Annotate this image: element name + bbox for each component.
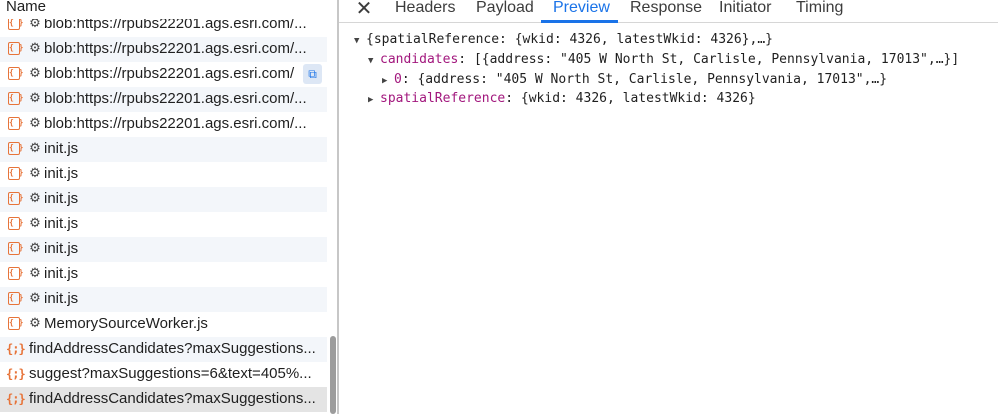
request-row[interactable]: { } ⚙ blob:https://rpubs22201.ags.esri.com… (0, 112, 327, 137)
json-key-candidates: candidates (380, 52, 459, 67)
json-colon: : (458, 52, 474, 67)
collapsed-triangle-icon[interactable]: ▶ (382, 71, 394, 91)
script-resource-icon: { } (8, 217, 23, 230)
script-resource-icon: { } (8, 292, 23, 305)
request-name: init.js (44, 240, 79, 257)
expanded-triangle-icon[interactable]: ▼ (354, 31, 366, 51)
request-name: MemorySourceWorker.js (44, 315, 208, 332)
request-name: blob:https://rpubs22201.ags.esri.com/... (44, 115, 307, 132)
expanded-triangle-icon[interactable]: ▼ (368, 51, 380, 71)
json-colon: : (505, 91, 521, 106)
request-name: init.js (44, 265, 79, 282)
request-row[interactable]: { } ⚙ MemorySourceWorker.js (0, 312, 327, 337)
script-resource-icon: { } (8, 317, 23, 330)
request-list-pane: { } ⚙ blob:https://rpubs22201.ags.esri.com… (0, 0, 331, 414)
request-row[interactable]: { } ⚙ blob:https://rpubs22201.ags.esri.com… (0, 87, 327, 112)
request-name: blob:https://rpubs22201.ags.esri.com/... (44, 40, 307, 57)
service-worker-gear-icon: ⚙ (29, 291, 41, 306)
details-tab-bar: ✕ Headers Payload Preview Response Initi… (339, 0, 998, 23)
request-name: blob:https://rpubs22201.ags.esri.com/ (44, 65, 295, 82)
request-row[interactable]: { } ⚙ init.js (0, 212, 327, 237)
tab-payload[interactable]: Payload (476, 0, 534, 22)
service-worker-gear-icon: ⚙ (29, 191, 41, 206)
service-worker-gear-icon: ⚙ (29, 116, 41, 131)
service-worker-gear-icon: ⚙ (29, 166, 41, 181)
service-worker-gear-icon: ⚙ (29, 241, 41, 256)
json-resource-icon: {;} (6, 392, 26, 406)
request-name: init.js (44, 290, 79, 307)
request-row[interactable]: { } ⚙ blob:https://rpubs22201.ags.esri.com… (0, 37, 327, 62)
request-name: blob:https://rpubs22201.ags.esri.com/... (44, 90, 307, 107)
request-name: init.js (44, 165, 79, 182)
script-resource-icon: { } (8, 267, 23, 280)
close-icon[interactable]: ✕ (354, 0, 374, 19)
request-name: findAddressCandidates?maxSuggestions... (29, 390, 316, 407)
scrollbar-thumb[interactable] (330, 336, 336, 414)
service-worker-gear-icon: ⚙ (29, 266, 41, 281)
service-worker-gear-icon: ⚙ (29, 216, 41, 231)
json-candidates-node[interactable]: ▼ candidates: [{address: "405 W North St,… (368, 50, 959, 70)
request-list: { } ⚙ blob:https://rpubs22201.ags.esri.com… (0, 12, 327, 412)
json-candidate-item-node[interactable]: ▶ 0: {address: "405 W North St, Carlisle,… (382, 70, 887, 90)
json-resource-icon: {;} (6, 342, 26, 356)
name-column-header[interactable]: Name (0, 0, 331, 19)
service-worker-gear-icon: ⚙ (29, 66, 41, 81)
copy-url-icon[interactable]: ⧉ (303, 64, 322, 84)
details-pane: ✕ Headers Payload Preview Response Initi… (339, 0, 998, 414)
active-tab-indicator (541, 20, 618, 23)
request-name: suggest?maxSuggestions=6&text=405%... (29, 365, 312, 382)
json-spatial-reference-summary: {wkid: 4326, latestWkid: 4326} (520, 91, 756, 106)
json-key-spatial-reference: spatialReference (380, 91, 506, 106)
service-worker-gear-icon: ⚙ (29, 91, 41, 106)
tab-timing[interactable]: Timing (796, 0, 843, 22)
json-candidate-item-summary: {address: "405 W North St, Carlisle, Pen… (417, 72, 888, 87)
tab-preview[interactable]: Preview (553, 0, 610, 22)
script-resource-icon: { } (8, 192, 23, 205)
service-worker-gear-icon: ⚙ (29, 41, 41, 56)
request-row[interactable]: { } ⚙ init.js (0, 187, 327, 212)
tab-headers[interactable]: Headers (395, 0, 455, 22)
request-row[interactable]: { } ⚙ init.js (0, 162, 327, 187)
request-name: init.js (44, 140, 79, 157)
script-resource-icon: { } (8, 167, 23, 180)
json-colon: : (401, 72, 418, 87)
request-row[interactable]: {;} findAddressCandidates?maxSuggestions.… (0, 337, 327, 362)
request-row[interactable]: { } ⚙ blob:https://rpubs22201.ags.esri.com… (0, 62, 327, 87)
request-row[interactable]: { } ⚙ init.js (0, 262, 327, 287)
request-name: findAddressCandidates?maxSuggestions... (29, 340, 316, 357)
service-worker-gear-icon: ⚙ (29, 141, 41, 156)
request-name: init.js (44, 215, 79, 232)
script-resource-icon: { } (8, 117, 23, 130)
json-spatial-reference-node[interactable]: ▶ spatialReference: {wkid: 4326, latestWk… (368, 89, 756, 109)
request-row[interactable]: { } ⚙ init.js (0, 237, 327, 262)
json-key-index: 0 (394, 72, 402, 87)
request-row[interactable]: {;} findAddressCandidates?maxSuggestions.… (0, 387, 327, 412)
tab-initiator[interactable]: Initiator (719, 0, 771, 22)
service-worker-gear-icon: ⚙ (29, 316, 41, 331)
collapsed-triangle-icon[interactable]: ▶ (368, 90, 380, 110)
json-root-summary: {spatialReference: {wkid: 4326, latestWk… (366, 32, 773, 47)
request-row[interactable]: {;} suggest?maxSuggestions=6&text=405%... (0, 362, 327, 387)
script-resource-icon: { } (8, 142, 23, 155)
request-row[interactable]: { } ⚙ init.js (0, 287, 327, 312)
script-resource-icon: { } (8, 92, 23, 105)
tab-response[interactable]: Response (630, 0, 702, 22)
script-resource-icon: { } (8, 67, 23, 80)
script-resource-icon: { } (8, 42, 23, 55)
json-root-node[interactable]: ▼ {spatialReference: {wkid: 4326, latestW… (354, 30, 773, 50)
script-resource-icon: { } (8, 242, 23, 255)
json-candidates-summary: [{address: "405 W North St, Carlisle, Pe… (473, 52, 960, 67)
request-row[interactable]: { } ⚙ init.js (0, 137, 327, 162)
request-name: init.js (44, 190, 79, 207)
json-resource-icon: {;} (6, 367, 26, 381)
